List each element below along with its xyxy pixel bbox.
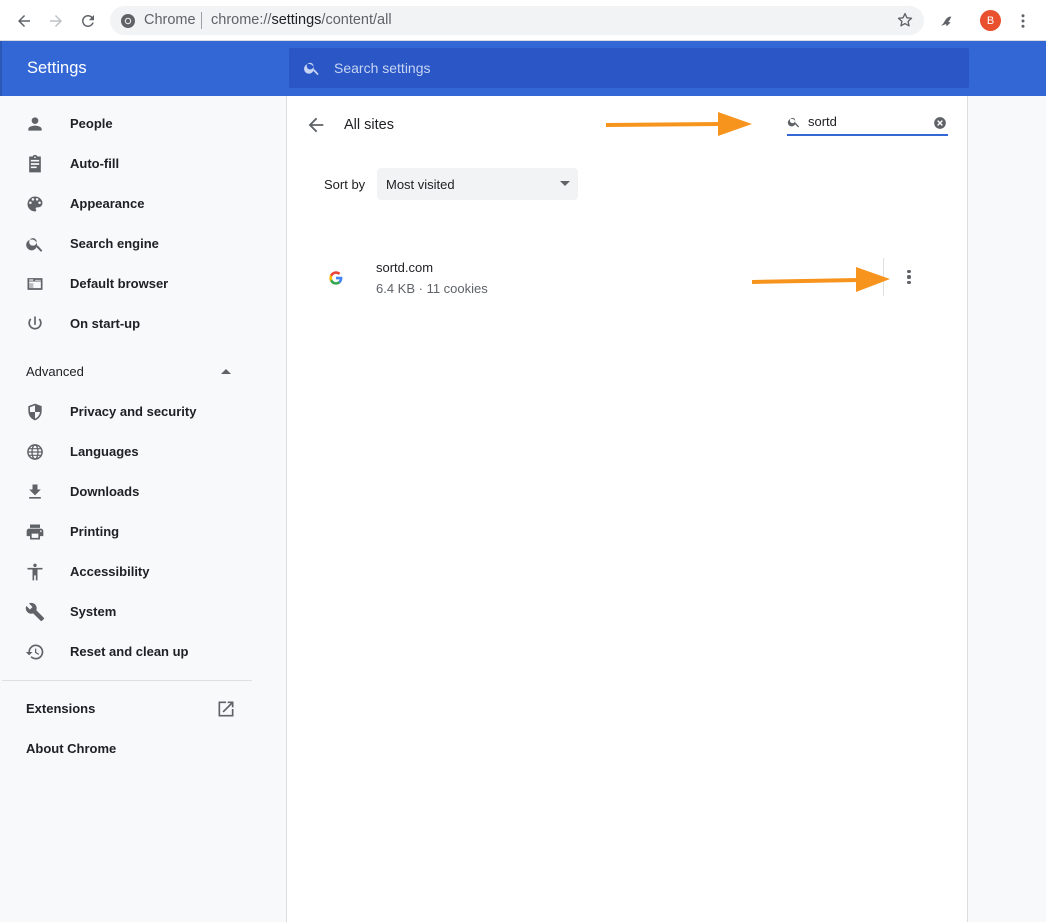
sidebar-item-on-startup[interactable]: On start-up bbox=[0, 304, 252, 344]
sidebar-item-label: Downloads bbox=[70, 484, 140, 499]
page-subtitle: All sites bbox=[344, 117, 394, 133]
sidebar-item-accessibility[interactable]: Accessibility bbox=[0, 552, 252, 592]
sidebar: People Auto-fill Appearance Search engin… bbox=[0, 96, 260, 922]
sidebar-item-label: System bbox=[70, 604, 117, 619]
clear-search-icon[interactable] bbox=[933, 116, 947, 130]
caret-up-icon bbox=[221, 369, 231, 374]
globe-icon bbox=[25, 442, 45, 462]
extension-icon[interactable] bbox=[933, 8, 959, 34]
sidebar-divider bbox=[2, 680, 252, 681]
accessibility-icon bbox=[25, 562, 45, 582]
person-icon bbox=[25, 114, 45, 134]
omnibox-prefix: Chrome bbox=[144, 12, 196, 28]
sidebar-item-label: Accessibility bbox=[70, 564, 150, 579]
site-name: sortd.com bbox=[376, 260, 434, 275]
sidebar-item-extensions[interactable]: Extensions bbox=[0, 689, 252, 729]
site-search-input[interactable] bbox=[808, 114, 928, 129]
sidebar-item-label: Default browser bbox=[70, 276, 169, 291]
sidebar-item-default-browser[interactable]: Default browser bbox=[0, 264, 252, 304]
sidebar-item-label: People bbox=[70, 116, 113, 131]
sidebar-item-people[interactable]: People bbox=[0, 104, 252, 144]
bookmark-star-icon[interactable] bbox=[896, 11, 914, 29]
sidebar-item-label: Reset and clean up bbox=[70, 644, 189, 659]
palette-icon bbox=[25, 194, 45, 214]
power-icon bbox=[25, 314, 45, 334]
sidebar-item-about-chrome[interactable]: About Chrome bbox=[0, 729, 252, 769]
sidebar-item-label: Privacy and security bbox=[70, 404, 197, 419]
shield-icon bbox=[25, 402, 45, 422]
sidebar-item-search-engine[interactable]: Search engine bbox=[0, 224, 252, 264]
sort-by-label: Sort by bbox=[324, 177, 366, 192]
download-icon bbox=[25, 482, 45, 502]
back-arrow-icon[interactable] bbox=[11, 8, 37, 34]
annotation-arrow-search bbox=[605, 112, 752, 136]
about-chrome-label: About Chrome bbox=[26, 741, 117, 756]
advanced-label: Advanced bbox=[26, 364, 84, 379]
url-host: settings bbox=[271, 12, 322, 28]
sidebar-item-label: Search engine bbox=[70, 236, 159, 251]
omnibox-url[interactable]: chrome://settings/content/all bbox=[211, 12, 392, 28]
url-path: /content/all bbox=[321, 12, 392, 28]
sidebar-item-label: Printing bbox=[70, 524, 120, 539]
browser-window-icon bbox=[25, 274, 45, 294]
wrench-icon bbox=[25, 602, 45, 622]
sidebar-item-appearance[interactable]: Appearance bbox=[0, 184, 252, 224]
clipboard-icon bbox=[25, 154, 45, 174]
settings-search-input[interactable] bbox=[334, 58, 934, 78]
settings-search-box[interactable] bbox=[289, 48, 969, 88]
search-icon bbox=[787, 115, 801, 129]
forward-arrow-icon[interactable] bbox=[43, 8, 69, 34]
extensions-label: Extensions bbox=[26, 701, 96, 716]
omnibox-separator bbox=[201, 12, 202, 29]
sidebar-item-languages[interactable]: Languages bbox=[0, 432, 252, 472]
annotation-arrow-more bbox=[751, 267, 890, 292]
sidebar-item-downloads[interactable]: Downloads bbox=[0, 472, 252, 512]
google-g-icon bbox=[328, 270, 344, 286]
sidebar-item-autofill[interactable]: Auto-fill bbox=[0, 144, 252, 184]
restore-icon bbox=[25, 642, 45, 662]
sidebar-item-printing[interactable]: Printing bbox=[0, 512, 252, 552]
sidebar-item-privacy[interactable]: Privacy and security bbox=[0, 392, 252, 432]
site-storage-info: 6.4 KB · 11 cookies bbox=[376, 281, 488, 296]
open-in-new-icon bbox=[216, 699, 236, 719]
url-scheme: chrome:// bbox=[211, 12, 272, 28]
sort-by-select[interactable]: Most visited bbox=[377, 168, 578, 200]
site-search-field[interactable] bbox=[787, 110, 948, 136]
sidebar-item-label: Auto-fill bbox=[70, 156, 120, 171]
chevron-down-icon bbox=[560, 181, 570, 186]
omnibox[interactable]: Chrome chrome://settings/content/all bbox=[110, 6, 924, 35]
search-icon bbox=[25, 234, 45, 254]
settings-header: Settings bbox=[0, 41, 1046, 96]
sidebar-item-reset[interactable]: Reset and clean up bbox=[0, 632, 252, 672]
printer-icon bbox=[25, 522, 45, 542]
all-sites-card: All sites Sort by Most visited sortd.com… bbox=[286, 96, 968, 922]
browser-toolbar: Chrome chrome://settings/content/all B bbox=[0, 0, 1046, 41]
sidebar-item-label: Languages bbox=[70, 444, 139, 459]
profile-avatar[interactable]: B bbox=[980, 10, 1001, 31]
reload-icon[interactable] bbox=[75, 8, 101, 34]
more-actions-icon[interactable] bbox=[897, 265, 921, 289]
page-title: Settings bbox=[27, 59, 87, 77]
sidebar-item-label: Appearance bbox=[70, 196, 145, 211]
chrome-logo-icon bbox=[120, 13, 136, 29]
search-icon bbox=[303, 59, 321, 77]
back-arrow-icon[interactable] bbox=[305, 114, 327, 136]
sidebar-item-label: On start-up bbox=[70, 316, 141, 331]
sort-by-value: Most visited bbox=[386, 177, 455, 192]
chrome-menu-icon[interactable] bbox=[1010, 8, 1036, 34]
sidebar-item-system[interactable]: System bbox=[0, 592, 252, 632]
advanced-section-toggle[interactable]: Advanced bbox=[0, 352, 252, 392]
